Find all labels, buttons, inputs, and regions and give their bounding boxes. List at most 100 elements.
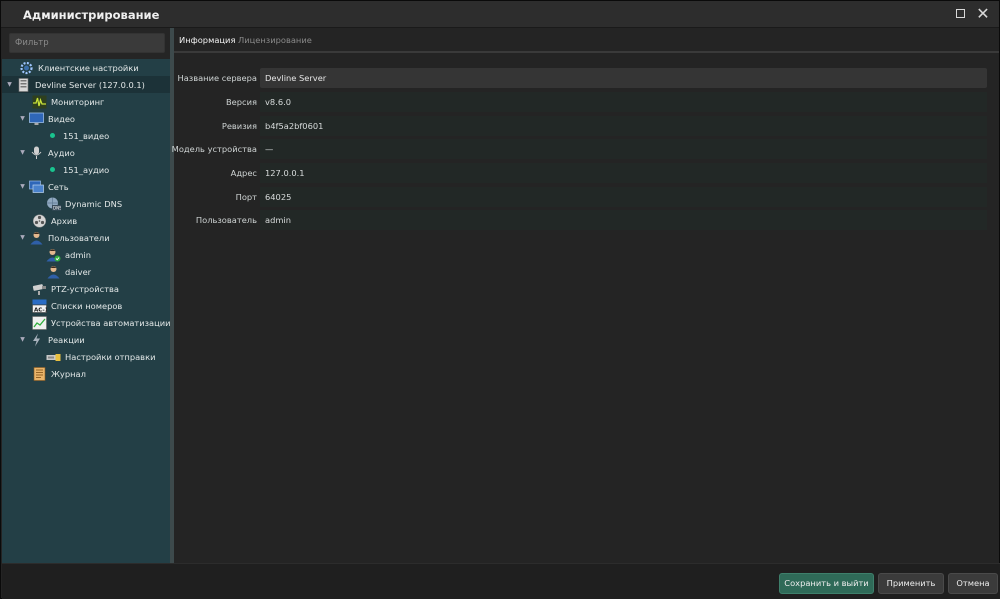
automation-chart-icon — [32, 315, 47, 330]
tree-item-number-lists[interactable]: AC-1 Списки номеров — [2, 297, 170, 314]
tree-item-ptz[interactable]: PTZ-устройства — [2, 280, 170, 297]
main-panel: Информация Лицензирование Название серве… — [171, 28, 999, 563]
version-value: v8.6.0 — [260, 92, 987, 112]
tree-item-label: Настройки отправки — [65, 351, 156, 362]
svg-text:DNS: DNS — [53, 205, 61, 210]
info-row-device-model: Модель устройства — — [171, 139, 999, 159]
status-online-icon — [50, 167, 55, 172]
tree-item-label: admin — [65, 249, 91, 260]
expand-arrow-icon[interactable]: ▼ — [19, 234, 26, 241]
tree-item-video-151[interactable]: 151_видео — [2, 127, 170, 144]
close-button[interactable]: ✕ — [974, 5, 992, 23]
tree-item-user-admin[interactable]: admin — [2, 246, 170, 263]
tree-item-label: Архив — [51, 215, 78, 226]
tree-item-user-daiver[interactable]: daiver — [2, 263, 170, 280]
window-title: Администрирование — [23, 8, 160, 22]
info-row-user: Пользователь admin — [174, 210, 999, 230]
tree-item-label: daiver — [65, 266, 92, 277]
tree-item-label: PTZ-устройства — [51, 283, 120, 294]
tree-item-label: Реакции — [48, 334, 85, 345]
tree-item-client-settings[interactable]: Клиентские настройки — [2, 59, 170, 76]
tree-item-journal[interactable]: Журнал — [2, 365, 170, 382]
user-icon — [46, 265, 61, 279]
field-label: Адрес — [230, 168, 257, 178]
tree-item-label: Списки номеров — [51, 300, 123, 311]
tree-item-send-settings[interactable]: Настройки отправки — [2, 348, 170, 365]
microphone-icon — [29, 146, 44, 160]
expand-arrow-icon[interactable]: ▼ — [19, 115, 26, 122]
address-value: 127.0.0.1 — [260, 163, 987, 183]
field-label: Версия — [225, 97, 257, 107]
tree-item-label: 151_аудио — [63, 164, 110, 175]
field-label: Ревизия — [221, 121, 257, 131]
tree-item-video[interactable]: ▼ Видео — [2, 110, 170, 127]
expand-arrow-icon[interactable]: ▼ — [19, 183, 26, 190]
field-label: Пользователь — [195, 215, 257, 225]
revision-value: b4f5a2bf0601 — [260, 116, 987, 136]
tab-licensing[interactable]: Лицензирование — [238, 35, 312, 45]
expand-arrow-icon[interactable]: ▼ — [19, 149, 26, 156]
info-row-revision: Ревизия b4f5a2bf0601 — [174, 116, 999, 136]
maximize-button[interactable] — [951, 5, 969, 23]
field-label: Название сервера — [177, 73, 257, 83]
tree-item-label: Журнал — [51, 368, 86, 379]
filter-area — [2, 28, 170, 59]
tree-item-automation[interactable]: Устройства автоматизации — [2, 314, 171, 331]
sidebar: Клиентские настройки ▼ Devline Server (1… — [2, 28, 171, 563]
tree-item-server[interactable]: ▼ Devline Server (127.0.0.1) — [2, 76, 170, 93]
tree-item-audio-151[interactable]: 151_аудио — [2, 161, 170, 178]
field-label: Модель устройства — [171, 144, 257, 154]
monitoring-icon — [32, 95, 47, 109]
network-icon — [29, 180, 44, 194]
maximize-icon — [955, 9, 965, 18]
tree-item-label: 151_видео — [63, 130, 110, 141]
tree-item-label: Видео — [48, 113, 76, 124]
save-and-exit-button[interactable]: Сохранить и выйти — [779, 573, 874, 594]
tree-item-audio[interactable]: ▼ Аудио — [2, 144, 170, 161]
ptz-camera-icon — [32, 282, 47, 296]
admin-user-icon — [46, 248, 61, 262]
svg-text:AC-1: AC-1 — [34, 307, 47, 313]
field-label: Порт — [235, 192, 257, 202]
tree-item-label: Аудио — [48, 147, 75, 158]
status-online-icon — [50, 133, 55, 138]
monitor-icon — [29, 112, 44, 126]
cancel-button[interactable]: Отмена — [948, 573, 998, 594]
tree-item-reactions[interactable]: ▼ Реакции — [2, 331, 170, 348]
title-bar[interactable]: Администрирование ✕ — [1, 1, 999, 28]
filter-input[interactable] — [9, 33, 165, 53]
send-settings-icon — [46, 350, 61, 364]
dialog-footer: Сохранить и выйти Применить Отмена — [2, 563, 1000, 599]
tree-item-label: Устройства автоматизации — [51, 317, 171, 328]
expand-arrow-icon[interactable]: ▼ — [6, 81, 13, 88]
tree-item-monitoring[interactable]: Мониторинг — [2, 93, 170, 110]
apply-button[interactable]: Применить — [878, 573, 944, 594]
tree-item-label: Сеть — [48, 181, 69, 192]
license-plate-icon: AC-1 — [32, 299, 47, 313]
user-value: admin — [260, 210, 987, 230]
journal-icon — [32, 366, 47, 381]
tree-item-label: Клиентские настройки — [38, 62, 139, 73]
tree-item-network[interactable]: ▼ Сеть — [2, 178, 170, 195]
lightning-icon — [29, 333, 44, 347]
info-row-version: Версия v8.6.0 — [174, 92, 999, 112]
close-icon: ✕ — [976, 4, 990, 23]
tree-item-label: Dynamic DNS — [65, 198, 123, 209]
info-row-server-name: Название сервера — [174, 68, 999, 88]
users-icon — [29, 231, 44, 245]
tree-item-users[interactable]: ▼ Пользователи — [2, 229, 170, 246]
dns-icon: DNS — [46, 197, 61, 211]
port-value: 64025 — [260, 187, 987, 207]
tab-information[interactable]: Информация — [179, 35, 235, 45]
tree-item-label: Пользователи — [48, 232, 110, 243]
tree-item-archive[interactable]: Архив — [2, 212, 170, 229]
tree-item-dynamic-dns[interactable]: DNS Dynamic DNS — [2, 195, 170, 212]
tab-bar: Информация Лицензирование — [174, 28, 999, 52]
server-name-input[interactable] — [260, 68, 987, 88]
info-row-port: Порт 64025 — [174, 187, 999, 207]
tab-divider — [174, 51, 999, 53]
info-row-address: Адрес 127.0.0.1 — [174, 163, 999, 183]
archive-reel-icon — [32, 213, 47, 228]
expand-arrow-icon[interactable]: ▼ — [19, 336, 26, 343]
server-icon — [16, 77, 31, 92]
